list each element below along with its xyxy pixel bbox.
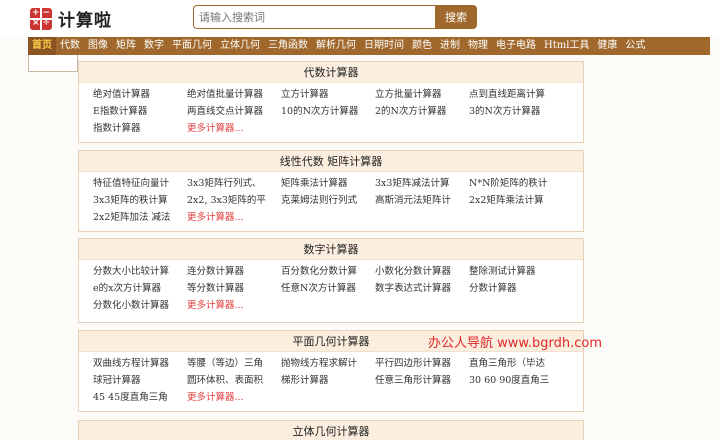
calculator-link[interactable]: 梯形计算器 <box>281 372 375 389</box>
calculator-link[interactable]: 等分数计算器 <box>187 280 281 297</box>
calculator-link[interactable]: 高斯消元法矩阵计 <box>375 192 469 209</box>
calculator-link[interactable]: 抛物线方程求解计 <box>281 355 375 372</box>
site-logo[interactable]: + − × ÷ 计算啦 <box>30 6 112 31</box>
calculator-link[interactable]: 绝对值计算器 <box>93 86 187 103</box>
calculator-link[interactable]: 2的N次方计算器 <box>375 103 469 120</box>
calculator-panel: 数字计算器 分数大小比较计算 连分数计算器 百分数化分数计算 小数化分数计算器 整除测试计… <box>78 238 584 323</box>
calculator-link[interactable]: 2x2, 3x3矩阵的平 <box>187 192 281 209</box>
calculator-link[interactable]: 45 45度直角三角 <box>93 389 187 406</box>
calculator-link[interactable]: 立方计算器 <box>281 86 375 103</box>
nav-item[interactable]: 解析几何 <box>312 37 360 55</box>
main-nav: 首页 代数 图像 矩阵 数字 平面几何 立体几何 三角函数 解析几何 日期时间 颜色 进制 物理 电子电路… <box>28 37 710 55</box>
logo-text: 计算啦 <box>58 11 112 31</box>
panel-links: 分数大小比较计算 连分数计算器 百分数化分数计算 小数化分数计算器 整除测试计算器 e的x… <box>79 260 583 314</box>
calculator-link[interactable]: 等腰（等边）三角 <box>187 355 281 372</box>
panel-links: 特征值特征向量计 3x3矩阵行列式、 矩阵乘法计算器 3x3矩阵减法计算 N*N阶矩阵的… <box>79 172 583 226</box>
calculator-link[interactable]: 3的N次方计算器 <box>469 103 563 120</box>
watermark: 办公人导航 www.bgrdh.com <box>428 336 602 351</box>
calculator-link[interactable]: 分数大小比较计算 <box>93 263 187 280</box>
calculator-link[interactable]: 3x3矩阵的秩计算 <box>93 192 187 209</box>
nav-item[interactable]: 图像 <box>84 37 112 55</box>
calculator-link[interactable]: 特征值特征向量计 <box>93 175 187 192</box>
site-header: +−×÷ 计算啦 搜索 <box>0 0 720 36</box>
more-calculators-link[interactable]: 更多计算器... <box>187 120 281 137</box>
nav-item[interactable]: 健康 <box>593 37 621 55</box>
calculator-link[interactable]: 两直线交点计算器 <box>187 103 281 120</box>
calculator-link[interactable]: 双曲线方程计算器 <box>93 355 187 372</box>
calculator-link[interactable]: 矩阵乘法计算器 <box>281 175 375 192</box>
calculator-link[interactable]: 任意N次方计算器 <box>281 280 375 297</box>
panel-title[interactable]: 线性代数 矩阵计算器 <box>79 151 583 172</box>
nav-item[interactable]: 代数 <box>56 37 84 55</box>
nav-item[interactable]: 数字 <box>140 37 168 55</box>
nav-item[interactable]: 首页 <box>28 37 56 55</box>
calculator-link[interactable]: e的x次方计算器 <box>93 280 187 297</box>
calculator-link[interactable]: 圆环体积、表面积 <box>187 372 281 389</box>
calculator-link[interactable]: 平行四边形计算器 <box>375 355 469 372</box>
calculator-link[interactable]: 立方批量计算器 <box>375 86 469 103</box>
nav-item[interactable]: Html工具 <box>540 37 593 55</box>
nav-item[interactable]: 平面几何 <box>168 37 216 55</box>
calculator-panel: 代数计算器绝对值计算器 绝对值批量计算器 立方计算器 立方批量计算器 点到直线距离计算 E… <box>78 61 584 143</box>
nav-item[interactable]: 电子电路 <box>492 37 540 55</box>
calculator-link[interactable]: 任意三角形计算器 <box>375 372 469 389</box>
calculator-link[interactable]: 连分数计算器 <box>187 263 281 280</box>
calculator-link[interactable]: 3x3矩阵减法计算 <box>375 175 469 192</box>
nav-item[interactable]: 立体几何 <box>216 37 264 55</box>
panel-title[interactable]: 代数计算器 <box>79 62 583 83</box>
more-calculators-link[interactable]: 更多计算器... <box>187 389 281 406</box>
nav-item[interactable]: 进制 <box>436 37 464 55</box>
search-bar: 搜索 <box>193 5 477 29</box>
calculator-link[interactable]: E指数计算器 <box>93 103 187 120</box>
calculator-icon: + − × ÷ <box>30 7 52 30</box>
nav-item[interactable]: 三角函数 <box>264 37 312 55</box>
calculator-link[interactable]: 30 60 90度直角三 <box>469 372 563 389</box>
more-calculators-link[interactable]: 更多计算器... <box>187 297 281 314</box>
calculator-link[interactable]: 2x2矩阵加法 减法 <box>93 209 187 226</box>
calculator-link[interactable]: 百分数化分数计算 <box>281 263 375 280</box>
calculator-link[interactable]: 整除测试计算器 <box>469 263 563 280</box>
calculator-link[interactable]: 3x3矩阵行列式、 <box>187 175 281 192</box>
nav-item[interactable]: 公式 <box>621 37 649 55</box>
calculator-panel: 立体几何计算器 <box>78 420 584 440</box>
calculator-link[interactable]: 球冠计算器 <box>93 372 187 389</box>
calculator-link[interactable]: 绝对值批量计算器 <box>187 86 281 103</box>
calculator-panel: 线性代数 矩阵计算器 特征值特征向量计 3x3矩阵行列式、 矩阵乘法计算器 3x3矩阵减… <box>78 150 584 232</box>
calculator-link[interactable]: 小数化分数计算器 <box>375 263 469 280</box>
nav-item[interactable]: 矩阵 <box>112 37 140 55</box>
calculator-link[interactable]: 克莱姆法则行列式 <box>281 192 375 209</box>
more-calculators-link[interactable]: 更多计算器... <box>187 209 281 226</box>
nav-item[interactable]: 日期时间 <box>360 37 408 55</box>
calculator-link[interactable]: 数字表达式计算器 <box>375 280 469 297</box>
calculator-link[interactable]: 10的N次方计算器 <box>281 103 375 120</box>
calculator-link[interactable]: 点到直线距离计算 <box>469 86 563 103</box>
calculator-link[interactable]: N*N阶矩阵的秩计 <box>469 175 563 192</box>
calculator-link[interactable]: 2x2矩阵乘法计算 <box>469 192 563 209</box>
panel-links: 绝对值计算器 绝对值批量计算器 立方计算器 立方批量计算器 点到直线距离计算 E指数计算器… <box>79 83 583 137</box>
nav-dropdown-area <box>28 55 78 72</box>
panel-title[interactable]: 数字计算器 <box>79 239 583 260</box>
search-input[interactable] <box>193 5 435 29</box>
calculator-link[interactable]: 指数计算器 <box>93 120 187 137</box>
calculator-link[interactable]: 分数化小数计算器 <box>93 297 187 314</box>
calculator-link[interactable]: 分数计算器 <box>469 280 563 297</box>
search-button[interactable]: 搜索 <box>435 5 477 29</box>
panel-title[interactable]: 立体几何计算器 <box>79 421 583 440</box>
panel-links: 双曲线方程计算器 等腰（等边）三角 抛物线方程求解计 平行四边形计算器 直角三角形（毕达… <box>79 352 583 406</box>
calculator-link[interactable]: 直角三角形（毕达 <box>469 355 563 372</box>
nav-item[interactable]: 颜色 <box>408 37 436 55</box>
nav-item[interactable]: 物理 <box>464 37 492 55</box>
